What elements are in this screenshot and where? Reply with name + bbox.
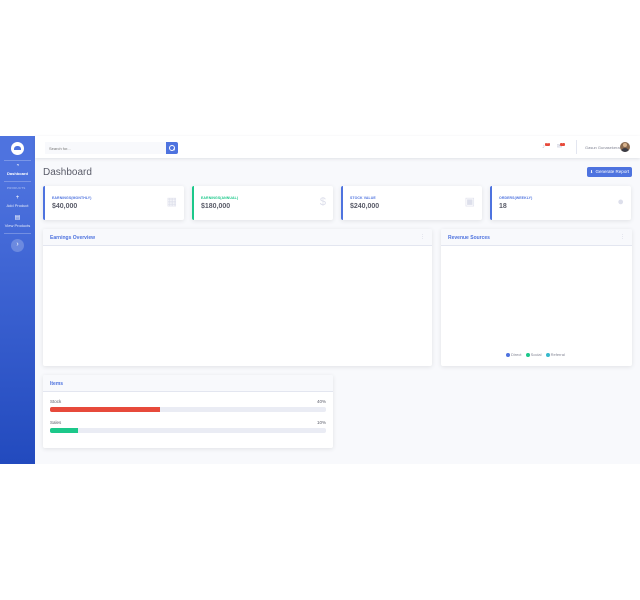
legend-dot [525,352,530,357]
panel-title: Earnings Overview [50,235,96,241]
sidebar-item-label: Dashboard [7,171,28,176]
sidebar-item-view-products[interactable]: ▤ View Products [0,215,35,228]
sidebar-divider [4,160,31,161]
progress-percent-sales: 10% [316,420,326,425]
stat-label: EARNINGS(ANNUAL) [201,196,239,200]
legend-label: Social [530,352,542,357]
stat-value: $40,000 [52,203,78,210]
panel-title: Revenue Sources [448,235,490,241]
legend-label: Referral [550,352,565,357]
progress-percent-stock: 40% [316,399,326,404]
stat-value: $180,000 [201,203,231,210]
messages-button[interactable]: ✉ 7 [557,143,565,150]
download-icon: ⬇ [589,169,594,174]
comments-icon: ● [617,196,624,208]
panel-header: Revenue Sources ⋮ [441,229,632,246]
legend-dot [506,352,510,357]
progress-label-sales: Sales [50,420,62,425]
app-shell: ◔ Dashboard PRODUCTS + Add Product ▤ Vie… [0,136,640,464]
legend-item-referral: Referral [545,352,565,357]
messages-badge: 7 [560,143,565,146]
sidebar-item-dashboard[interactable]: ◔ Dashboard [0,163,35,176]
sidebar: ◔ Dashboard PRODUCTS + Add Product ▤ Vie… [0,136,35,464]
stat-label: STOCK VALUE [350,196,376,200]
stat-label: EARNINGS(MONTHLY) [52,196,92,200]
stat-card-stock-value: STOCK VALUE $240,000 ▣ [341,186,482,220]
progress-fill-stock [50,407,161,412]
alerts-badge: 3+ [545,143,550,146]
stat-card-orders-weekly: ORDERS(WEEKLY) 18 ● [490,186,631,220]
sidebar-item-label: View Products [4,223,31,228]
sidebar-divider [4,233,31,234]
plus-icon: + [15,195,20,201]
clipboard-icon: ▣ [464,196,475,208]
panel-title: Items [50,381,64,387]
legend-item-direct: Direct [506,352,521,357]
search-input[interactable] [45,142,166,154]
earnings-overview-panel: Earnings Overview ⋮ [43,229,432,366]
panel-header: Items [43,375,333,392]
calendar-icon: ▦ [166,196,177,208]
stat-label: ORDERS(WEEKLY) [499,196,533,200]
items-panel: Items Stock 40% Sales 10% [43,375,333,448]
search-button[interactable] [166,142,178,154]
progress-bar-sales [50,428,326,433]
table-icon: ▤ [14,215,21,221]
revenue-sources-panel: Revenue Sources ⋮ [441,229,632,366]
progress-label-stock: Stock [50,399,62,404]
legend-dot [545,352,550,357]
generate-report-label: Generate Report [595,169,630,174]
page-title: Dashboard [43,167,92,178]
topbar-divider [576,140,577,154]
sidebar-divider [4,181,31,182]
legend-label: Direct [511,352,522,357]
dashboard-icon: ◔ [15,163,20,169]
progress-bar-stock [50,407,326,412]
more-vertical-icon[interactable]: ⋮ [420,234,425,240]
avatar[interactable] [620,142,630,152]
progress-fill-sales [50,428,78,433]
sidebar-toggle-button[interactable]: › [11,239,24,252]
stat-card-earnings-annual: EARNINGS(ANNUAL) $180,000 $ [192,186,333,220]
sidebar-heading: PRODUCTS [7,186,26,190]
dollar-icon: $ [319,196,326,208]
sidebar-item-label: Add Product [6,203,29,208]
stat-card-earnings-monthly: EARNINGS(MONTHLY) $40,000 ▦ [43,186,184,220]
sidebar-item-add-product[interactable]: + Add Product [0,195,35,208]
user-name[interactable]: Gasun Gunasekera [585,145,620,150]
stat-value: $240,000 [350,203,380,210]
alerts-button[interactable]: ♪ 3+ [542,143,550,150]
panel-header: Earnings Overview ⋮ [43,229,432,246]
generate-report-button[interactable]: ⬇ Generate Report [587,167,632,177]
legend-item-social: Social [525,352,542,357]
more-vertical-icon[interactable]: ⋮ [620,234,625,240]
topbar: ♪ 3+ ✉ 7 Gasun Gunasekera [35,136,640,158]
logo-icon[interactable] [11,142,24,155]
revenue-legend: Direct Social Referral [506,352,568,357]
stat-value: 18 [499,203,507,210]
chevron-right-icon: › [16,241,19,248]
